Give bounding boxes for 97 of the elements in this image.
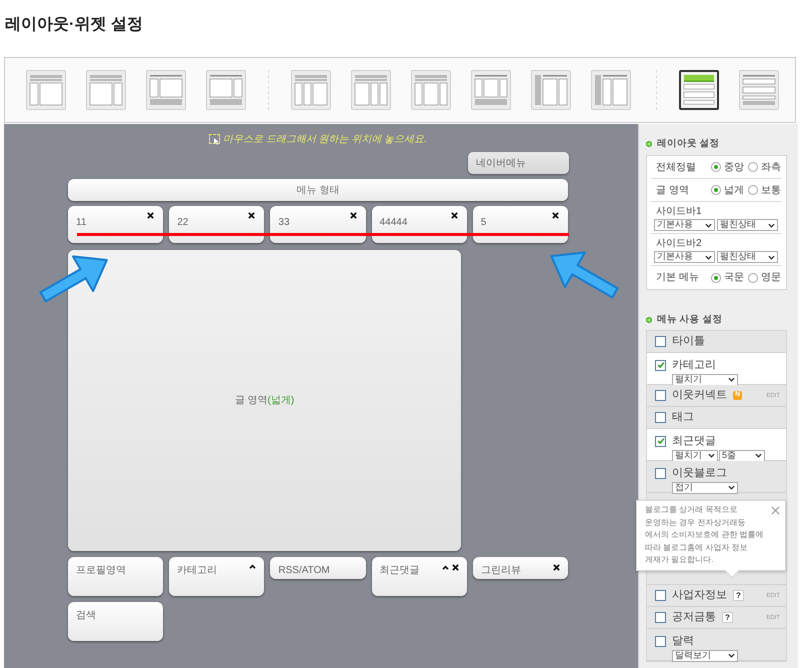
widget-label: RSS/ATOM bbox=[278, 564, 330, 578]
setting-label: 기본 메뉴 bbox=[655, 271, 700, 285]
menu-item-label: 44444 bbox=[380, 216, 408, 230]
checkbox[interactable] bbox=[655, 336, 666, 347]
menu-option-label: 공저금통 bbox=[672, 610, 716, 626]
chevron-icon bbox=[768, 254, 775, 260]
setting-label: 전체정렬 bbox=[655, 160, 697, 174]
close-icon[interactable] bbox=[552, 564, 560, 571]
menu-option-label: 최근댓글 bbox=[672, 434, 716, 449]
radio-button[interactable] bbox=[748, 162, 758, 172]
menu-option-label: 태그 bbox=[672, 410, 694, 426]
menu-option-label: 이웃블로그 bbox=[672, 466, 727, 481]
widget-label: 카테고리 bbox=[177, 564, 218, 578]
radio-button[interactable] bbox=[748, 185, 758, 195]
setting-label: 사이드바1 bbox=[655, 205, 703, 219]
option-label: 좌측 bbox=[761, 160, 781, 174]
section-heading: 레이아웃 설정 bbox=[657, 136, 720, 151]
close-icon[interactable] bbox=[552, 212, 559, 219]
chevron-icon bbox=[755, 453, 762, 458]
option-label: 영문 bbox=[761, 271, 781, 285]
checkbox[interactable] bbox=[655, 390, 666, 401]
chevron-icon bbox=[728, 377, 735, 382]
menu-item-box[interactable]: 44444 bbox=[372, 206, 467, 243]
select-dropdown[interactable]: 펼치기 bbox=[672, 374, 738, 386]
section-heading: 메뉴 사용 설정 bbox=[657, 312, 722, 327]
checkbox[interactable] bbox=[655, 468, 666, 479]
collapse-icon[interactable] bbox=[442, 565, 449, 570]
checkbox[interactable] bbox=[655, 436, 666, 447]
setting-label: 글 영역 bbox=[655, 184, 690, 198]
radio-button[interactable] bbox=[711, 272, 721, 282]
select-dropdown[interactable]: 기본사용 bbox=[654, 251, 715, 263]
menu-item-label: 22 bbox=[177, 216, 188, 230]
option-label: 중앙 bbox=[724, 160, 744, 174]
widget-label: 그린리뷰 bbox=[480, 564, 521, 578]
menu-bar[interactable]: 메뉴 형태 bbox=[68, 179, 568, 201]
select-dropdown[interactable]: 접기 bbox=[672, 482, 738, 494]
select-dropdown[interactable]: 펼치기 bbox=[672, 450, 718, 462]
drag-hint: 마우스로 드래그해서 원하는 위치에 놓으세요. bbox=[223, 132, 427, 146]
select-dropdown[interactable]: 펼친상태 bbox=[717, 219, 778, 231]
select-dropdown[interactable]: 5줄 bbox=[719, 450, 765, 462]
widget-label: 최근댓글 bbox=[380, 564, 420, 578]
widget-box[interactable]: 네이버메뉴 bbox=[468, 152, 569, 174]
option-label: 넓게 bbox=[724, 184, 744, 198]
widget-box[interactable]: 그린리뷰 bbox=[472, 557, 568, 579]
widget-label: 프로필영역 bbox=[76, 564, 126, 578]
menu-item-box[interactable]: 11 bbox=[68, 206, 164, 243]
close-icon[interactable] bbox=[452, 564, 459, 571]
widget-box[interactable]: RSS/ATOM bbox=[270, 557, 366, 579]
menu-item-label: 5 bbox=[480, 216, 486, 230]
menu-item-box[interactable]: 33 bbox=[270, 206, 366, 243]
layout-option[interactable] bbox=[679, 70, 719, 110]
menu-item-box[interactable]: 22 bbox=[169, 206, 264, 243]
close-icon[interactable] bbox=[450, 212, 458, 219]
chevron-icon bbox=[705, 254, 712, 260]
option-label: 국문 bbox=[724, 271, 744, 285]
option-label: 보통 bbox=[761, 184, 781, 198]
widget-box[interactable]: 검색 bbox=[68, 602, 164, 641]
widget-box[interactable]: 카테고리 bbox=[169, 557, 264, 596]
select-dropdown[interactable]: 기본사용 bbox=[654, 219, 715, 231]
checkbox[interactable] bbox=[655, 590, 666, 601]
menu-option-label: 타이틀 bbox=[672, 334, 705, 350]
help-button[interactable]: ? bbox=[722, 612, 733, 623]
collapse-icon[interactable] bbox=[249, 564, 256, 569]
tooltip-text: 블로그를 상거래 목적으로 운영하는 경우 전자상거래등 에서의 소비자보호에 관한 법률에 따라 블로그홈에 사업자 정보 게재가 필요합니다. bbox=[645, 504, 765, 566]
content-area[interactable]: 글 영역(넓게) bbox=[68, 250, 461, 551]
chevron-icon bbox=[728, 653, 735, 658]
checkbox[interactable] bbox=[655, 360, 666, 371]
setting-label: 사이드바2 bbox=[655, 237, 703, 251]
chevron-icon bbox=[728, 485, 735, 490]
checkbox[interactable] bbox=[655, 636, 666, 647]
menu-option-label: 달력 bbox=[672, 634, 694, 649]
widget-box[interactable]: 최근댓글 bbox=[372, 557, 467, 596]
page-title: 레이아웃·위젯 설정 bbox=[5, 14, 143, 34]
help-button[interactable]: ? bbox=[733, 590, 744, 601]
menu-item-box[interactable]: 5 bbox=[472, 206, 568, 243]
checkbox[interactable] bbox=[655, 412, 666, 423]
close-icon[interactable] bbox=[147, 212, 154, 219]
widget-box[interactable]: 프로필영역 bbox=[68, 557, 164, 596]
radio-button[interactable] bbox=[711, 185, 721, 195]
checkbox[interactable] bbox=[655, 612, 666, 623]
menu-item-label: 11 bbox=[76, 216, 86, 230]
menu-item-label: 33 bbox=[278, 216, 290, 230]
select-dropdown[interactable]: 펼친상태 bbox=[717, 251, 778, 263]
chevron-icon bbox=[708, 453, 715, 458]
close-icon[interactable] bbox=[248, 212, 256, 219]
menu-option-label: 카테고리 bbox=[672, 358, 716, 373]
radio-button[interactable] bbox=[748, 272, 758, 282]
menu-option-label: 이웃커넥트 bbox=[672, 388, 727, 404]
menu-option-label: 사업자정보 bbox=[672, 588, 727, 604]
close-icon[interactable] bbox=[350, 212, 357, 219]
drag-icon bbox=[209, 134, 220, 144]
chevron-icon bbox=[768, 222, 775, 228]
widget-label: 검색 bbox=[76, 609, 96, 623]
chevron-icon bbox=[705, 222, 712, 228]
select-dropdown[interactable]: 달력보기 bbox=[672, 650, 738, 662]
content-area-label: 글 영역(넓게) bbox=[234, 394, 294, 408]
radio-button[interactable] bbox=[711, 162, 721, 172]
